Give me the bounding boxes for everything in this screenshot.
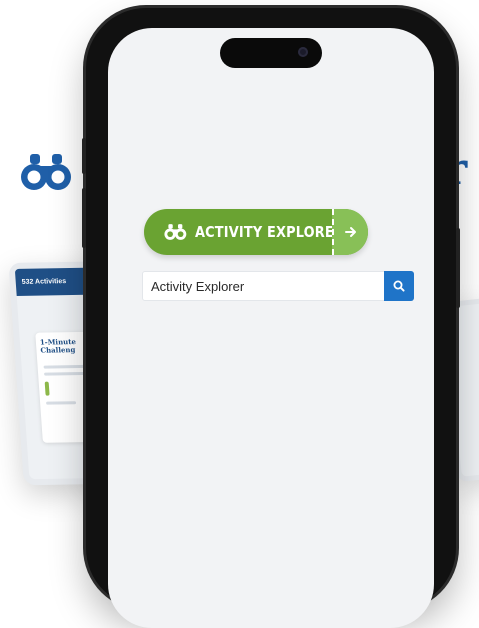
search-icon [393,280,405,292]
phone-power-button [456,228,460,308]
tablet-line [46,400,77,405]
phone-side-button [82,188,86,248]
search-bar [142,271,414,301]
camera-icon [298,47,308,57]
arrow-right-icon [345,227,356,237]
phone-frame: ACTIVITY EXPLORER [82,8,460,628]
dynamic-island [220,38,322,68]
activity-explorer-button[interactable]: ACTIVITY EXPLORER [144,209,368,255]
binoculars-icon [164,224,187,240]
search-input[interactable] [143,272,384,300]
activity-explorer-label: ACTIVITY EXPLORER [194,223,344,241]
tablet-accent [44,381,50,396]
binoculars-icon [21,154,71,190]
tablet-line [44,371,85,376]
phone-screen: ACTIVITY EXPLORER [108,28,434,628]
phone-side-button [82,138,86,174]
activity-explorer-go-button[interactable] [332,209,368,255]
search-button[interactable] [384,271,414,301]
